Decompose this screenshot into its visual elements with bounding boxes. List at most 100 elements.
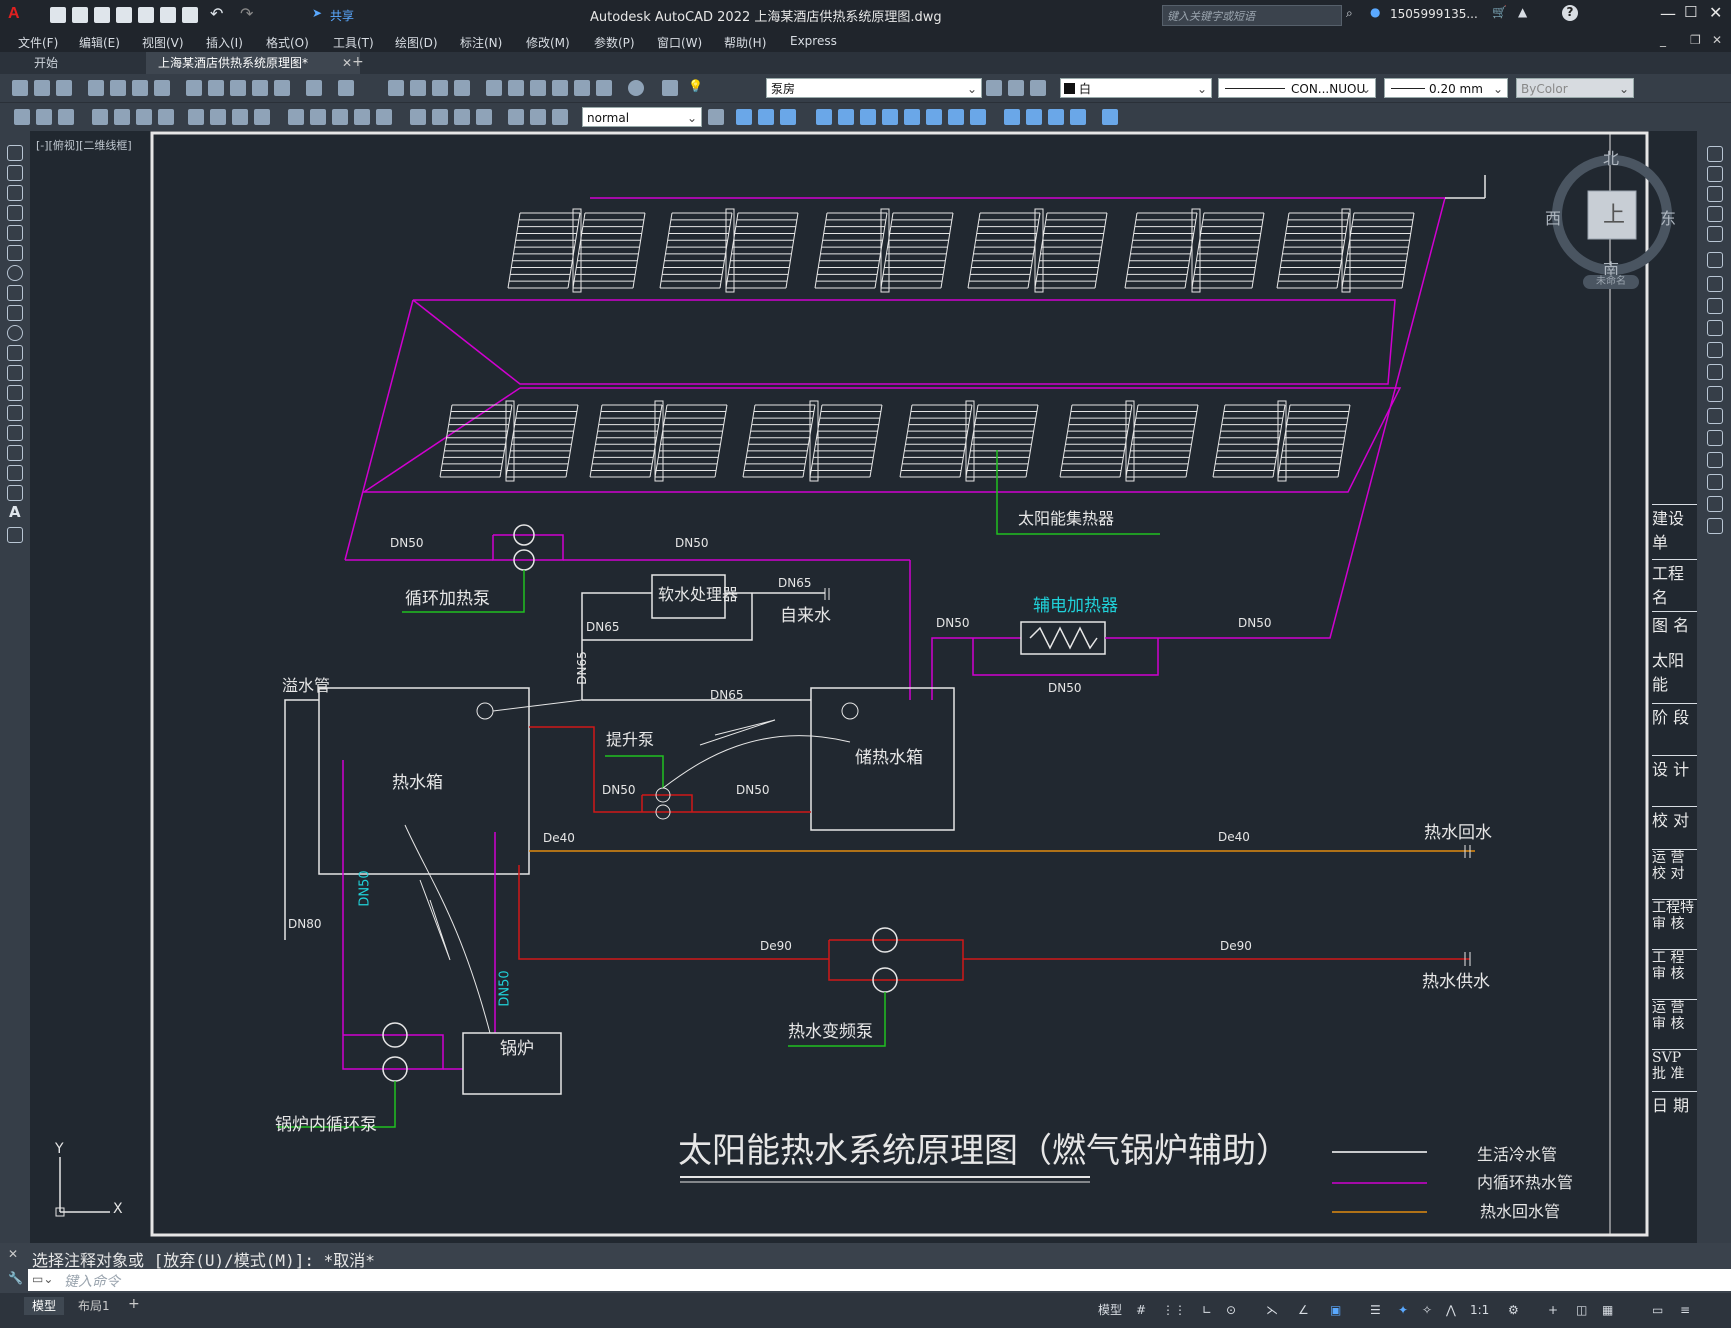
r-rotate-icon[interactable] bbox=[1707, 276, 1723, 292]
dim-baseline-icon[interactable] bbox=[310, 109, 326, 125]
wrench-icon[interactable]: 🔧 bbox=[8, 1271, 23, 1285]
tb2-b-icon[interactable] bbox=[36, 109, 52, 125]
dim-text-edit-icon[interactable] bbox=[530, 109, 546, 125]
close-icon[interactable]: ✕ bbox=[1709, 3, 1722, 22]
customize-icon[interactable]: ≡ bbox=[1680, 1301, 1690, 1319]
r-trim-icon[interactable] bbox=[1707, 342, 1723, 358]
menu-insert[interactable]: 插入(I) bbox=[206, 34, 243, 51]
tb-toolpalette-icon[interactable] bbox=[530, 80, 546, 96]
tb2-c-icon[interactable] bbox=[58, 109, 74, 125]
drawing-area[interactable]: [-][俯视][二维线框] 太阳能集热器 DN50 DN50 循环加热泵 软水处… bbox=[30, 131, 1697, 1243]
help-button[interactable]: ? bbox=[1562, 5, 1578, 21]
ortho-icon[interactable]: ∟ bbox=[1202, 1301, 1212, 1319]
gradient-icon[interactable] bbox=[7, 445, 23, 461]
minimize-icon[interactable]: — bbox=[1660, 4, 1676, 23]
tolerance-icon[interactable] bbox=[410, 109, 426, 125]
lineweight-toggle-icon[interactable]: ☰ bbox=[1370, 1301, 1381, 1319]
tb-matchprop-icon[interactable] bbox=[252, 80, 268, 96]
save-icon[interactable] bbox=[94, 7, 110, 23]
menu-draw[interactable]: 绘图(D) bbox=[395, 34, 438, 51]
open-web-icon[interactable] bbox=[138, 7, 154, 23]
r-edit-icon[interactable] bbox=[1707, 518, 1723, 534]
share-button[interactable]: 共享 bbox=[330, 7, 354, 24]
tb2-a-icon[interactable] bbox=[14, 109, 30, 125]
r-break-icon[interactable] bbox=[1707, 386, 1723, 402]
clean-screen-icon[interactable]: ▭ bbox=[1652, 1301, 1663, 1319]
open-icon[interactable] bbox=[72, 7, 88, 23]
dim-radius-icon[interactable] bbox=[188, 109, 204, 125]
cart-icon[interactable]: 🛒 bbox=[1492, 5, 1507, 19]
undo-icon[interactable]: ↶ bbox=[210, 4, 223, 23]
save-as-icon[interactable] bbox=[116, 7, 132, 23]
menu-modify[interactable]: 修改(M) bbox=[526, 34, 570, 51]
r-fillet-icon[interactable] bbox=[1707, 452, 1723, 468]
tab-close-icon[interactable]: ✕ bbox=[342, 52, 352, 74]
user-account[interactable]: 1505999135... bbox=[1390, 7, 1478, 21]
tb-redo-icon[interactable] bbox=[338, 80, 354, 96]
make-block-icon[interactable] bbox=[7, 385, 23, 401]
chamfer-icon[interactable] bbox=[1048, 109, 1064, 125]
add-layout-icon[interactable]: + bbox=[128, 1296, 140, 1312]
tb-new-icon[interactable] bbox=[12, 80, 28, 96]
tb-undo-icon[interactable] bbox=[306, 80, 322, 96]
insert-block-icon[interactable] bbox=[7, 365, 23, 381]
copy-icon[interactable] bbox=[758, 109, 774, 125]
color-select[interactable]: 白 ⌄ bbox=[1060, 78, 1212, 98]
center-mark-icon[interactable] bbox=[432, 109, 448, 125]
doc-restore-icon[interactable]: ❐ bbox=[1690, 33, 1701, 47]
r-explode-icon[interactable] bbox=[1707, 496, 1723, 512]
annotation-scale-icon[interactable]: ⋀ bbox=[1446, 1301, 1456, 1319]
hatch-icon[interactable] bbox=[7, 425, 23, 441]
dim-break-icon[interactable] bbox=[376, 109, 392, 125]
command-close-icon[interactable]: ✕ bbox=[8, 1247, 18, 1261]
menu-file[interactable]: 文件(F) bbox=[18, 34, 58, 51]
fillet-icon[interactable] bbox=[1070, 109, 1086, 125]
tb-save-icon[interactable] bbox=[56, 80, 72, 96]
plotstyle-select[interactable]: ByColor ⌄ bbox=[1516, 78, 1634, 98]
search-icon[interactable]: ⌕ bbox=[1346, 6, 1353, 21]
autocad-logo-icon[interactable]: A bbox=[8, 5, 20, 23]
plus-icon[interactable]: + bbox=[1548, 1301, 1558, 1319]
offset-icon[interactable] bbox=[816, 109, 832, 125]
mirror-icon[interactable] bbox=[780, 109, 796, 125]
model-space-button[interactable]: 模型 bbox=[1098, 1301, 1122, 1319]
ellipse-icon[interactable] bbox=[7, 325, 23, 341]
r-offset-icon[interactable] bbox=[1707, 206, 1723, 222]
r-mirror-icon[interactable] bbox=[1707, 186, 1723, 202]
viewcube-west[interactable]: 西 bbox=[1545, 205, 1561, 229]
doc-close-icon[interactable]: ✕ bbox=[1712, 33, 1722, 47]
r-move-icon[interactable] bbox=[1707, 252, 1723, 268]
tb-designcenter-icon[interactable] bbox=[508, 80, 524, 96]
viewcube-face-top[interactable]: 上 bbox=[1603, 197, 1625, 229]
tab-start[interactable]: 开始 bbox=[22, 52, 156, 74]
dim-arc-icon[interactable] bbox=[136, 109, 152, 125]
dim-space-icon[interactable] bbox=[354, 109, 370, 125]
search-input[interactable]: 键入关键字或短语 bbox=[1162, 5, 1342, 26]
ellipse-arc-icon[interactable] bbox=[7, 345, 23, 361]
autodesk-app-icon[interactable]: ▲ bbox=[1518, 5, 1527, 19]
polyline-icon[interactable] bbox=[7, 185, 23, 201]
menu-tools[interactable]: 工具(T) bbox=[333, 34, 374, 51]
save-web-icon[interactable] bbox=[160, 7, 176, 23]
polar-icon[interactable]: ⊙ bbox=[1226, 1301, 1236, 1319]
spline-icon[interactable] bbox=[7, 305, 23, 321]
layout-tab-layout1[interactable]: 布局1 bbox=[70, 1297, 118, 1315]
new-tab-icon[interactable]: + bbox=[352, 54, 364, 70]
layer-match-icon[interactable] bbox=[1030, 80, 1046, 96]
tb-plot-icon[interactable] bbox=[88, 80, 104, 96]
tb-copy-icon[interactable] bbox=[208, 80, 224, 96]
isodraft-icon[interactable]: ⋋ bbox=[1266, 1301, 1278, 1319]
dim-ordinate-icon[interactable] bbox=[158, 109, 174, 125]
menu-format[interactable]: 格式(O) bbox=[266, 34, 309, 51]
jogged-linear-icon[interactable] bbox=[476, 109, 492, 125]
layer-previous-icon[interactable] bbox=[1008, 80, 1024, 96]
revcloud-icon[interactable] bbox=[7, 285, 23, 301]
explode-icon[interactable] bbox=[1102, 109, 1118, 125]
polygon-icon[interactable] bbox=[7, 205, 23, 221]
new-icon[interactable] bbox=[50, 7, 66, 23]
command-prompt-icon[interactable]: ▭⌄ bbox=[32, 1272, 53, 1286]
dim-edit-icon[interactable] bbox=[508, 109, 524, 125]
viewcube-east[interactable]: 东 bbox=[1660, 205, 1676, 229]
add-selected-icon[interactable] bbox=[7, 527, 23, 543]
line-icon[interactable] bbox=[7, 145, 23, 161]
